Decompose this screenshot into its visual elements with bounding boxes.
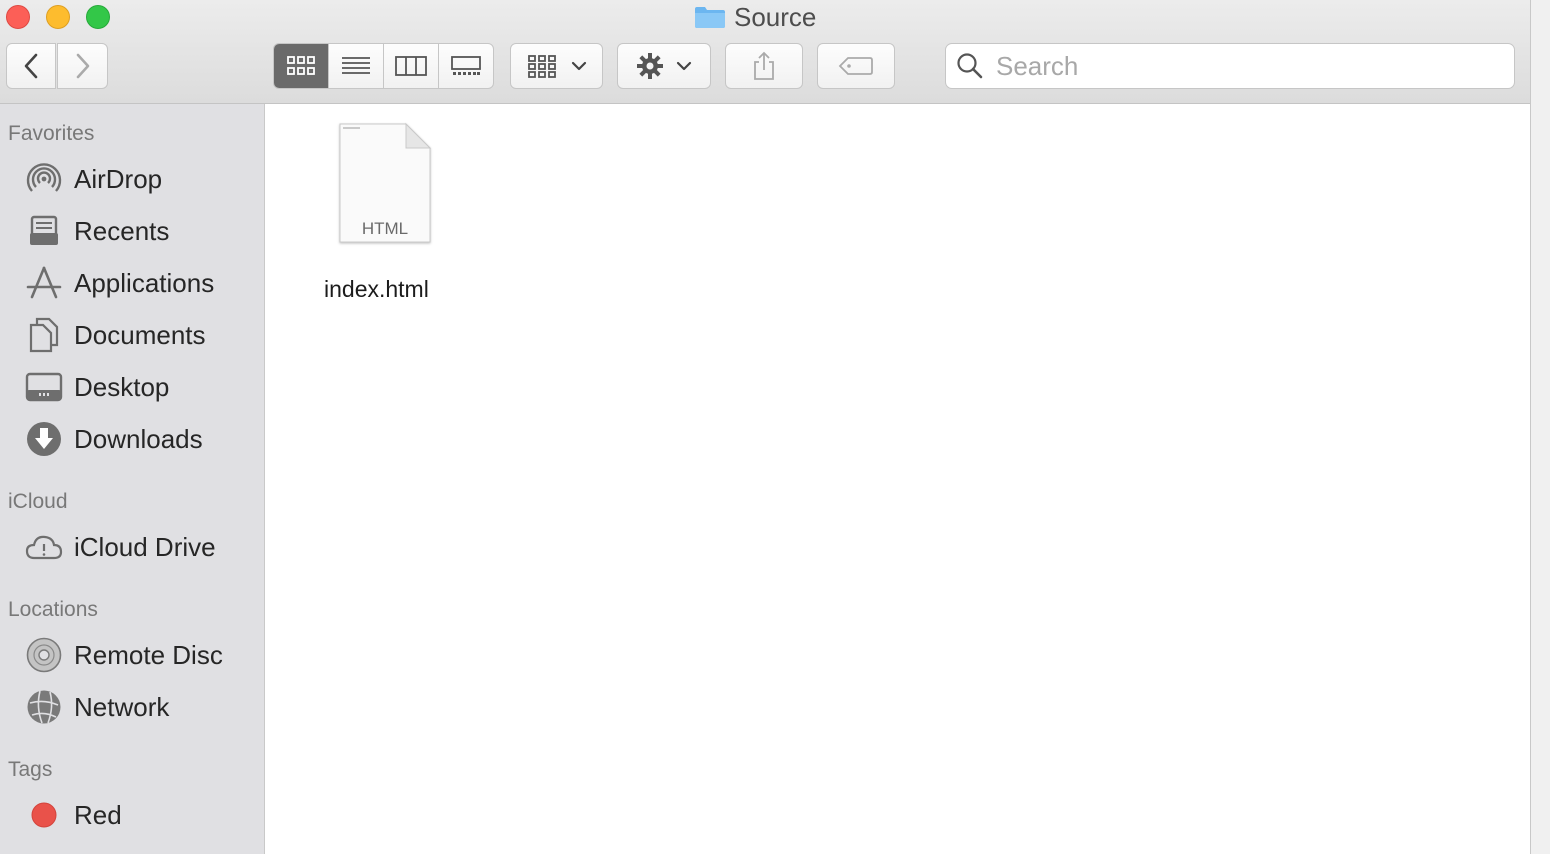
applications-icon — [25, 264, 63, 302]
window-title-text: Source — [734, 1, 817, 32]
sidebar-item-label: Remote Disc — [74, 639, 223, 670]
sidebar-item-label: Downloads — [74, 423, 203, 454]
sidebar-section-locations: Locations — [8, 598, 98, 621]
close-window-button[interactable] — [6, 5, 30, 29]
sidebar-item-recents[interactable]: Recents — [0, 208, 264, 254]
chevron-down-icon — [571, 61, 586, 71]
view-mode-control — [273, 43, 494, 89]
action-menu-button[interactable] — [617, 43, 711, 89]
chevron-left-icon — [24, 53, 38, 79]
sidebar-item-label: Documents — [74, 319, 206, 350]
tag-button[interactable] — [817, 43, 895, 89]
search-icon — [957, 53, 983, 79]
gallery-view-icon — [451, 56, 481, 75]
sidebar-item-remote-disc[interactable]: Remote Disc — [0, 632, 264, 678]
icon-view-icon — [287, 56, 315, 75]
sidebar-item-desktop[interactable]: Desktop — [0, 364, 264, 410]
sidebar-item-label: Network — [74, 691, 170, 722]
group-by-button[interactable] — [510, 43, 603, 89]
sidebar-item-label: Recents — [74, 215, 170, 246]
documents-icon — [25, 316, 63, 354]
finder-window: Source Search Favorites AirDrop Recents … — [0, 0, 1530, 854]
minimize-window-button[interactable] — [46, 5, 70, 29]
forward-button[interactable] — [57, 43, 108, 89]
airdrop-icon — [25, 160, 63, 198]
file-name: index.html — [324, 276, 429, 302]
toolbar: Source — [0, 0, 1530, 104]
gear-icon — [637, 53, 663, 79]
column-view-icon — [395, 56, 427, 76]
sidebar: Favorites AirDrop Recents Applications D… — [0, 104, 265, 854]
window-edge — [1530, 0, 1550, 854]
file-type-label: HTML — [362, 219, 408, 238]
chevron-down-icon — [676, 61, 692, 71]
group-by-icon — [527, 55, 556, 78]
sidebar-item-airdrop[interactable]: AirDrop — [0, 156, 264, 202]
column-view-button[interactable] — [384, 44, 439, 88]
zoom-window-button[interactable] — [86, 5, 110, 29]
icon-view-button[interactable] — [274, 44, 329, 88]
search-field[interactable] — [945, 43, 1515, 89]
share-icon — [754, 51, 774, 80]
sidebar-item-label: Desktop — [74, 371, 170, 402]
tag-icon — [838, 57, 873, 75]
recents-icon — [25, 212, 63, 250]
chevron-right-icon — [76, 53, 89, 79]
sidebar-item-label: Red — [74, 799, 122, 830]
list-view-button[interactable] — [329, 44, 384, 88]
desktop-icon — [25, 368, 63, 406]
gallery-view-button[interactable] — [439, 44, 493, 88]
sidebar-item-network[interactable]: Network — [0, 684, 264, 730]
sidebar-section-tags: Tags — [8, 758, 53, 781]
folder-icon — [695, 7, 725, 28]
search-input[interactable] — [994, 49, 1478, 83]
window-title: Source — [694, 2, 816, 32]
sidebar-item-documents[interactable]: Documents — [0, 312, 264, 358]
sidebar-item-applications[interactable]: Applications — [0, 260, 264, 306]
network-icon — [25, 688, 63, 726]
file-browser-content: HTML index.html — [265, 104, 1530, 854]
share-button[interactable] — [725, 43, 803, 89]
sidebar-item-label: iCloud Drive — [74, 531, 216, 562]
back-button[interactable] — [6, 43, 56, 89]
icloud-drive-icon — [25, 528, 63, 566]
sidebar-item-tag-red[interactable]: Red — [0, 792, 264, 838]
sidebar-section-favorites: Favorites — [8, 122, 95, 145]
list-view-icon — [342, 57, 370, 74]
downloads-icon — [25, 420, 63, 458]
tag-color-dot-icon — [25, 796, 63, 834]
sidebar-item-icloud-drive[interactable]: iCloud Drive — [0, 524, 264, 570]
sidebar-item-label: AirDrop — [74, 163, 163, 194]
sidebar-item-downloads[interactable]: Downloads — [0, 416, 264, 462]
sidebar-item-label: Applications — [74, 267, 215, 298]
remote-disc-icon — [25, 636, 63, 674]
html-document-icon: HTML — [339, 122, 432, 243]
sidebar-section-icloud: iCloud — [8, 490, 68, 513]
